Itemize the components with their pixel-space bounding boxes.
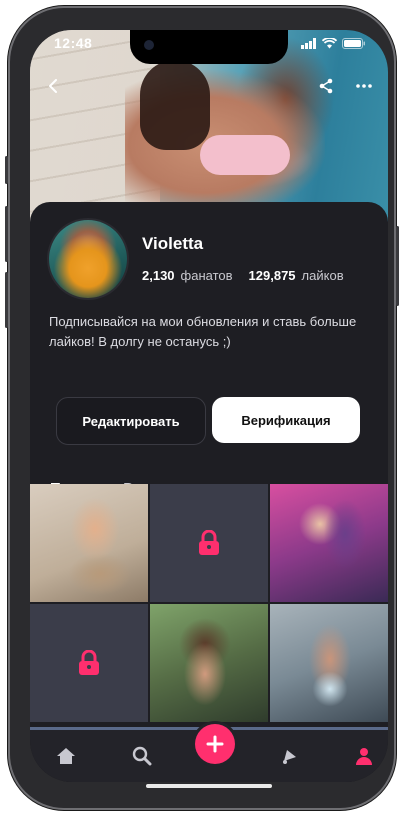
post-thumbnail[interactable]	[150, 604, 268, 722]
wifi-icon	[322, 38, 337, 49]
mute-switch	[5, 156, 8, 184]
cover-swimsuit	[200, 135, 290, 175]
fans-label: фанатов	[180, 268, 233, 283]
create-post-button[interactable]	[195, 724, 235, 764]
status-icons	[301, 38, 366, 49]
profile-stats: 2,130 фанатов 129,875 лайков	[142, 268, 354, 283]
lock-icon	[79, 650, 99, 675]
share-button[interactable]	[312, 72, 340, 100]
search-icon	[132, 746, 152, 766]
more-button[interactable]	[350, 72, 378, 100]
cover-hair	[140, 60, 210, 150]
fans-count: 2,130	[142, 268, 175, 283]
share-icon	[319, 78, 333, 94]
volume-up-button	[5, 206, 8, 262]
bell-icon	[283, 750, 296, 764]
volume-down-button	[5, 272, 8, 328]
more-dots-icon	[356, 84, 372, 88]
profile-bio: Подписывайся на мои обновления и ставь б…	[49, 314, 357, 349]
post-thumbnail[interactable]	[270, 604, 388, 722]
user-icon	[356, 748, 372, 765]
profile-name: Violetta	[142, 234, 204, 253]
lock-icon	[199, 530, 219, 555]
post-thumbnail[interactable]	[30, 484, 148, 602]
power-button	[396, 226, 399, 306]
profile-card: Violetta 2,130 фанатов 129,875 лайков По…	[30, 202, 388, 482]
edit-profile-button[interactable]: Редактировать	[56, 397, 206, 445]
home-indicator[interactable]	[146, 784, 272, 788]
status-bar: 12:48	[30, 30, 388, 58]
avatar[interactable]	[49, 220, 127, 298]
status-time: 12:48	[54, 35, 93, 51]
locked-post[interactable]	[30, 604, 148, 722]
nav-home[interactable]	[52, 742, 80, 770]
signal-icon	[301, 38, 316, 49]
plus-icon	[206, 735, 224, 753]
likes-count: 129,875	[248, 268, 296, 283]
posts-grid	[30, 484, 388, 727]
post-thumbnail[interactable]	[270, 484, 388, 602]
back-button[interactable]	[40, 72, 68, 100]
nav-profile[interactable]	[350, 742, 378, 770]
locked-post[interactable]	[150, 484, 268, 602]
likes-label: лайков	[301, 268, 344, 283]
battery-icon	[342, 38, 365, 49]
chevron-left-icon	[49, 79, 57, 93]
nav-search[interactable]	[128, 742, 156, 770]
home-icon	[57, 748, 75, 764]
bottom-nav	[30, 724, 388, 782]
app-screen: 12:48 Violetta 2,130 фанатов 129,875 лай…	[30, 30, 388, 782]
nav-notifications[interactable]	[276, 742, 304, 770]
verification-button[interactable]: Верификация	[212, 397, 360, 443]
